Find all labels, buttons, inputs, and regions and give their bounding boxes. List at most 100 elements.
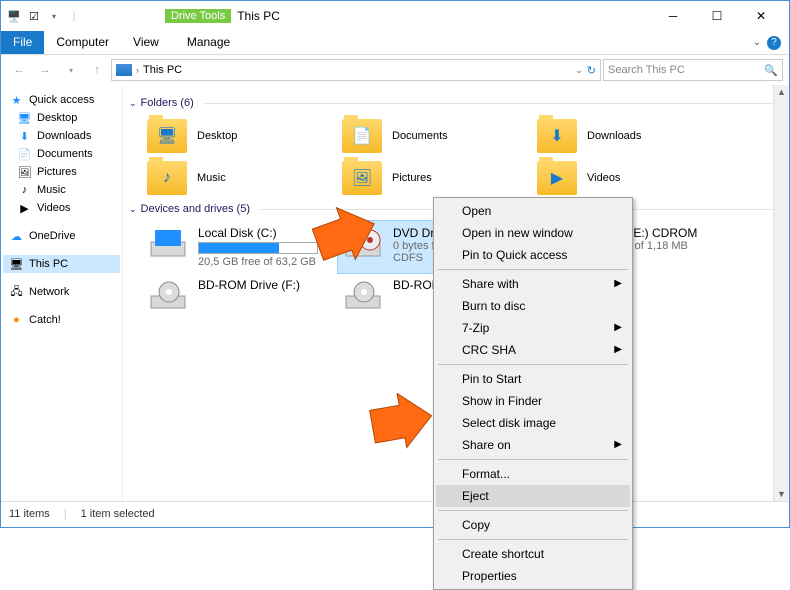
up-button[interactable]: ↑ [85, 58, 109, 82]
status-selected-count: 1 item selected [81, 508, 155, 520]
menu-item-share-on[interactable]: Share on▶ [436, 434, 630, 456]
forward-button[interactable]: → [33, 58, 57, 82]
address-dropdown-icon[interactable]: ⌄ [575, 65, 583, 76]
cloud-icon: ☁ [9, 229, 24, 243]
ribbon-expand-icon[interactable]: ⌄ [753, 37, 761, 48]
menu-separator [438, 459, 628, 460]
sidebar-item-documents[interactable]: 📄Documents [3, 145, 120, 163]
search-placeholder: Search This PC [608, 64, 685, 76]
refresh-icon[interactable]: ↻ [587, 64, 596, 77]
disc-icon [148, 278, 188, 312]
maximize-button[interactable]: ☐ [695, 2, 739, 30]
menu-item-create-shortcut[interactable]: Create shortcut [436, 543, 630, 565]
drive-bdrom-f[interactable]: BD-ROM Drive (F:) [143, 273, 338, 317]
desktop-icon: 🖥 [151, 123, 183, 149]
context-menu: OpenOpen in new windowPin to Quick acces… [433, 197, 633, 590]
search-icon: 🔍 [764, 64, 778, 77]
video-icon: ▶ [17, 201, 32, 215]
hdd-icon [148, 226, 188, 260]
breadcrumb[interactable]: This PC [143, 64, 182, 76]
menu-item-select-disk-image[interactable]: Select disk image [436, 412, 630, 434]
menu-item-format[interactable]: Format... [436, 463, 630, 485]
menu-item-show-in-finder[interactable]: Show in Finder [436, 390, 630, 412]
contextual-tab-drive-tools: Drive Tools [165, 9, 231, 23]
help-icon[interactable]: ? [767, 36, 781, 50]
tab-file[interactable]: File [1, 31, 44, 54]
group-label: Folders (6) [141, 97, 194, 109]
sidebar-item-onedrive[interactable]: ☁ OneDrive [3, 227, 120, 245]
sidebar-item-quick-access[interactable]: ★ Quick access [3, 91, 120, 109]
menu-item-pin-to-quick-access[interactable]: Pin to Quick access [436, 244, 630, 266]
callout-arrow-icon [367, 393, 437, 449]
document-icon: 📄 [346, 123, 378, 149]
quick-access-toolbar: 🖥️ ☑ ▾ | [7, 9, 81, 23]
chevron-right-icon: › [136, 65, 139, 75]
chevron-right-icon: ▶ [614, 278, 622, 289]
folder-documents[interactable]: 📄 Documents [338, 115, 533, 157]
qat-dropdown-icon[interactable]: ▾ [47, 9, 61, 23]
document-icon: 📄 [17, 147, 32, 161]
disc-icon [343, 278, 383, 312]
tab-computer[interactable]: Computer [44, 31, 121, 54]
status-bar: 11 items | 1 item selected [1, 501, 789, 525]
this-pc-icon [116, 64, 132, 76]
scroll-up-icon[interactable]: ▲ [777, 87, 786, 97]
folder-label: Documents [392, 130, 448, 142]
sidebar-item-label: OneDrive [29, 230, 75, 242]
music-icon: ♪ [151, 165, 183, 191]
sidebar-item-videos[interactable]: ▶Videos [3, 199, 120, 217]
chevron-right-icon: ▶ [614, 439, 622, 450]
sidebar-item-downloads[interactable]: ⬇Downloads [3, 127, 120, 145]
group-header-folders[interactable]: ⌄ Folders (6) [129, 97, 773, 109]
address-box[interactable]: › This PC ⌄ ↻ [111, 59, 601, 81]
menu-separator [438, 269, 628, 270]
menu-item-share-with[interactable]: Share with▶ [436, 273, 630, 295]
sidebar-item-this-pc[interactable]: 🖥This PC [3, 255, 120, 273]
tab-manage[interactable]: Manage [175, 31, 242, 54]
sidebar-item-pictures[interactable]: 🖼Pictures [3, 163, 120, 181]
menu-item-crc-sha[interactable]: CRC SHA▶ [436, 339, 630, 361]
folder-videos[interactable]: ▶Videos [533, 157, 728, 199]
search-input[interactable]: Search This PC 🔍 [603, 59, 783, 81]
sidebar-item-label: Music [37, 184, 66, 196]
sidebar-item-network[interactable]: 🖧 Network [3, 283, 120, 301]
menu-item-copy[interactable]: Copy [436, 514, 630, 536]
menu-item-eject[interactable]: Eject [436, 485, 630, 507]
sidebar-item-music[interactable]: ♪Music [3, 181, 120, 199]
title-bar: 🖥️ ☑ ▾ | Drive Tools This PC ─ ☐ ✕ [1, 1, 789, 31]
chevron-down-icon: ⌄ [129, 204, 137, 215]
properties-icon[interactable]: ☑ [27, 9, 41, 23]
sidebar-item-label: Network [29, 286, 69, 298]
drive-free-text: 20,5 GB free of 63,2 GB [198, 256, 318, 268]
pc-icon: 🖥 [9, 257, 24, 271]
folder-downloads[interactable]: ⬇Downloads [533, 115, 728, 157]
scrollbar[interactable]: ▲ ▼ [773, 85, 789, 501]
menu-separator [438, 539, 628, 540]
app-icon: 🖥️ [7, 9, 21, 23]
network-icon: 🖧 [9, 285, 24, 299]
back-button[interactable]: ← [7, 58, 31, 82]
folder-label: Videos [587, 172, 620, 184]
recent-locations-button[interactable]: ▾ [59, 58, 83, 82]
menu-separator [438, 364, 628, 365]
desktop-icon: 🖥 [17, 111, 32, 125]
menu-item-open-in-new-window[interactable]: Open in new window [436, 222, 630, 244]
menu-item-open[interactable]: Open [436, 200, 630, 222]
menu-separator [438, 510, 628, 511]
minimize-button[interactable]: ─ [651, 2, 695, 30]
folder-desktop[interactable]: 🖥Desktop [143, 115, 338, 157]
sidebar-item-label: Pictures [37, 166, 77, 178]
close-button[interactable]: ✕ [739, 2, 783, 30]
address-bar: ← → ▾ ↑ › This PC ⌄ ↻ Search This PC 🔍 [1, 55, 789, 85]
drive-local-c[interactable]: Local Disk (C:) 20,5 GB free of 63,2 GB [143, 221, 338, 273]
folder-pictures[interactable]: 🖼Pictures [338, 157, 533, 199]
menu-item-pin-to-start[interactable]: Pin to Start [436, 368, 630, 390]
sidebar-item-catch[interactable]: ●Catch! [3, 311, 120, 329]
menu-item-burn-to-disc[interactable]: Burn to disc [436, 295, 630, 317]
folder-music[interactable]: ♪Music [143, 157, 338, 199]
scroll-down-icon[interactable]: ▼ [777, 489, 786, 499]
tab-view[interactable]: View [121, 31, 171, 54]
sidebar-item-desktop[interactable]: 🖥Desktop [3, 109, 120, 127]
menu-item-properties[interactable]: Properties [436, 565, 630, 587]
menu-item-7-zip[interactable]: 7-Zip▶ [436, 317, 630, 339]
